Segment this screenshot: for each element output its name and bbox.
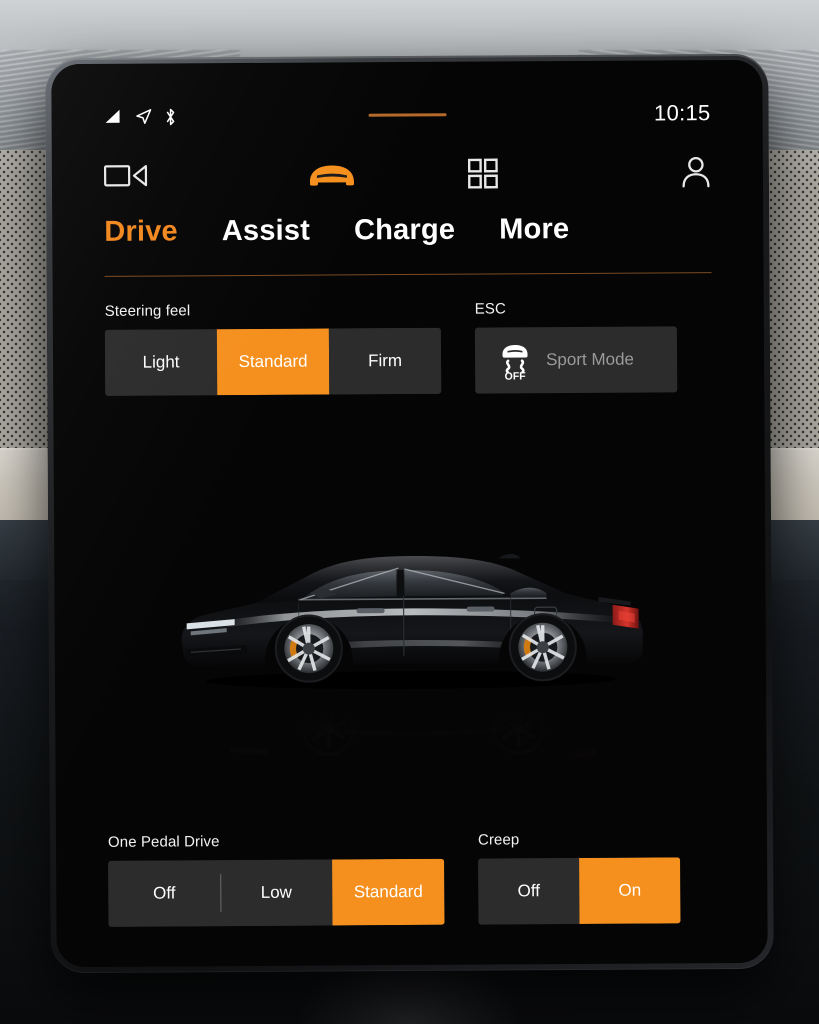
one-pedal-drive-option-off[interactable]: Off: [108, 860, 221, 927]
esc-label: ESC: [474, 300, 506, 318]
section-tabs: Drive Assist Charge More: [104, 198, 711, 274]
vehicle-hero-stage: [54, 480, 767, 834]
creep-group: Creep Off On: [477, 830, 681, 925]
steering-feel-group: Steering feel Light Standard Firm: [105, 301, 442, 396]
rail-item-apps[interactable]: [407, 147, 559, 200]
one-pedal-drive-segmented-control: Off Low Standard: [108, 858, 445, 927]
tab-more[interactable]: More: [499, 213, 569, 246]
rail-item-profile[interactable]: [559, 146, 711, 199]
svg-text:OFF: OFF: [505, 370, 527, 380]
location-arrow-icon: [135, 108, 153, 126]
profile-person-icon: [681, 156, 711, 188]
pull-down-handle[interactable]: [368, 113, 447, 117]
steering-feel-label: Steering feel: [104, 302, 191, 320]
one-pedal-drive-option-low[interactable]: Low: [220, 859, 333, 927]
creep-option-on[interactable]: On: [579, 857, 681, 924]
steering-feel-option-firm[interactable]: Firm: [328, 327, 442, 395]
rail-item-media[interactable]: [103, 149, 256, 202]
esc-sport-mode-label: Sport Mode: [546, 349, 635, 370]
infotainment-display: 10:15 Drive Assist Charge More Steering …: [51, 59, 768, 968]
display-ui: 10:15 Drive Assist Charge More Steering …: [51, 60, 768, 967]
app-rail: [103, 146, 711, 202]
media-camera-icon: [103, 163, 148, 189]
rail-item-car[interactable]: [256, 148, 408, 201]
creep-label: Creep: [477, 831, 520, 849]
steering-feel-segmented-control: Light Standard Firm: [104, 327, 442, 396]
creep-segmented-control: Off On: [478, 857, 681, 925]
tab-assist[interactable]: Assist: [222, 215, 310, 249]
app-grid-icon: [468, 158, 499, 189]
steering-feel-option-light[interactable]: Light: [104, 329, 218, 396]
status-clock: 10:15: [653, 100, 711, 126]
bluetooth-icon: [164, 107, 178, 126]
tab-charge[interactable]: Charge: [354, 214, 455, 248]
vehicle-image: [160, 532, 661, 695]
status-indicators: [104, 107, 178, 126]
status-bar: 10:15: [103, 82, 711, 148]
tab-drive[interactable]: Drive: [104, 215, 178, 248]
infotainment-screenshot: 10:15 Drive Assist Charge More Steering …: [0, 0, 819, 1024]
esc-off-icon: OFF: [497, 340, 533, 380]
display-bezel: 10:15 Drive Assist Charge More Steering …: [45, 53, 774, 974]
signal-bars-icon: [104, 109, 124, 125]
one-pedal-drive-group: One Pedal Drive Off Low Standard: [108, 832, 445, 927]
one-pedal-drive-label: One Pedal Drive: [107, 833, 220, 851]
one-pedal-drive-option-standard[interactable]: Standard: [332, 858, 445, 926]
steering-feel-option-standard[interactable]: Standard: [216, 328, 330, 396]
car-front-icon: [305, 159, 357, 189]
esc-group: ESC OFF Sport Mode: [474, 299, 678, 394]
esc-sport-mode-button[interactable]: OFF Sport Mode: [474, 326, 678, 394]
vehicle-reflection: [161, 690, 662, 823]
bottom-controls-row: One Pedal Drive Off Low Standard Creep O…: [108, 830, 716, 927]
top-controls-row: Steering feel Light Standard Firm ESC OF…: [105, 299, 713, 396]
creep-option-off[interactable]: Off: [478, 857, 580, 925]
